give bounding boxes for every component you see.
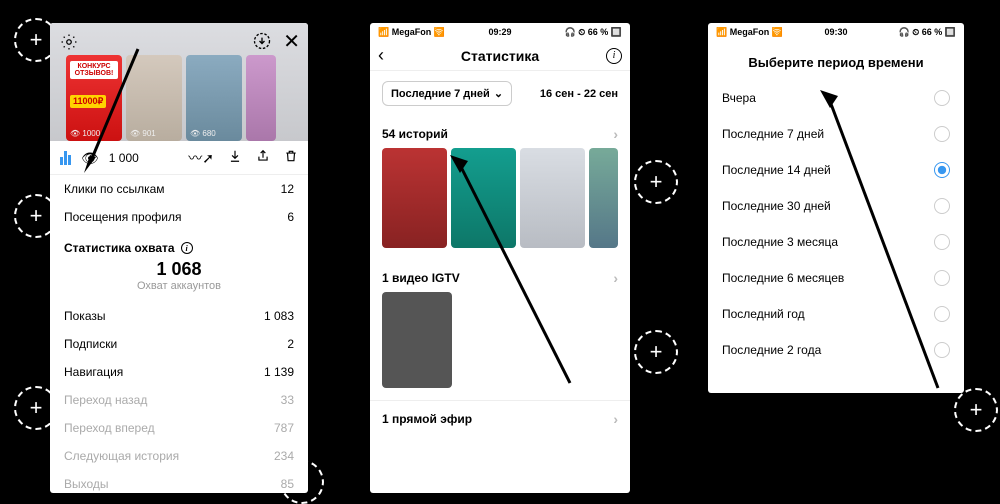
reach-total: 1 068 Охват аккаунтов bbox=[50, 257, 308, 292]
radio-icon bbox=[934, 270, 950, 286]
section-reach-header: Статистика охвата i bbox=[50, 231, 308, 257]
period-option-6m[interactable]: Последние 6 месяцев bbox=[708, 260, 964, 296]
stat-row-back: Переход назад33 bbox=[50, 386, 308, 414]
stat-row-forward: Переход вперед787 bbox=[50, 414, 308, 442]
info-icon[interactable]: i bbox=[181, 242, 193, 254]
period-dropdown[interactable]: Последние 7 дней ⌄ bbox=[382, 81, 512, 106]
story-card[interactable]: 👁 680 bbox=[186, 55, 242, 141]
status-bar: 📶 MegaFon 🛜 09:30 🎧 ⏲ 66 % 🔲 bbox=[708, 23, 964, 41]
share-icon[interactable] bbox=[256, 149, 270, 166]
stat-row-profile-visits: Посещения профиля6 bbox=[50, 203, 308, 231]
status-time: 09:29 bbox=[488, 27, 511, 37]
radio-icon bbox=[934, 234, 950, 250]
story-views: 👁 901 bbox=[130, 129, 156, 138]
date-range-label: 16 сен - 22 сен bbox=[540, 88, 618, 100]
status-bar: 📶 MegaFon 🛜 09:29 🎧 ⏲ 66 % 🔲 bbox=[370, 23, 630, 41]
radio-icon bbox=[934, 306, 950, 322]
radio-icon bbox=[934, 342, 950, 358]
back-chevron-icon[interactable]: ‹ bbox=[378, 45, 384, 66]
igtv-thumb[interactable] bbox=[382, 292, 452, 388]
stat-row-follows: Подписки2 bbox=[50, 330, 308, 358]
story-cards-row: КОНКУРС ОТЗЫВОВ! 11000₽ 👁 1000 👁 901 👁 6… bbox=[50, 51, 308, 141]
story-action-bar: 👁 1 000 〰➚ bbox=[50, 141, 308, 175]
screen-header: ‹ Статистика i bbox=[370, 41, 630, 71]
story-card[interactable]: 👁 901 bbox=[126, 55, 182, 141]
stat-row-exits: Выходы85 bbox=[50, 470, 308, 493]
stat-row-impressions: Показы1 083 bbox=[50, 302, 308, 330]
story-thumb[interactable] bbox=[451, 148, 516, 248]
story-thumb[interactable] bbox=[589, 148, 618, 248]
period-option-3m[interactable]: Последние 3 месяца bbox=[708, 224, 964, 260]
status-time: 09:30 bbox=[824, 27, 847, 37]
stories-strip bbox=[370, 144, 630, 260]
radio-icon bbox=[934, 90, 950, 106]
section-stories[interactable]: 54 историй › bbox=[370, 116, 630, 144]
info-icon[interactable]: i bbox=[606, 48, 622, 64]
story-thumb[interactable] bbox=[382, 148, 447, 248]
period-option-14d[interactable]: Последние 14 дней bbox=[708, 152, 964, 188]
panel-insights-overview: 📶 MegaFon 🛜 09:29 🎧 ⏲ 66 % 🔲 ‹ Статистик… bbox=[370, 23, 630, 493]
sheet-title: Выберите период времени bbox=[708, 41, 964, 80]
period-option-7d[interactable]: Последние 7 дней bbox=[708, 116, 964, 152]
period-option-1y[interactable]: Последний год bbox=[708, 296, 964, 332]
panel-period-picker: 📶 MegaFon 🛜 09:30 🎧 ⏲ 66 % 🔲 Выберите пе… bbox=[708, 23, 964, 393]
chevron-right-icon: › bbox=[613, 270, 618, 286]
eye-icon: 👁 1000 bbox=[70, 129, 100, 138]
story-card[interactable]: КОНКУРС ОТЗЫВОВ! 11000₽ 👁 1000 bbox=[66, 55, 122, 141]
chevron-down-icon: ⌄ bbox=[494, 87, 503, 100]
story-views: 👁 680 bbox=[190, 129, 216, 138]
period-option-2y[interactable]: Последние 2 года bbox=[708, 332, 964, 368]
insights-chart-icon[interactable] bbox=[60, 151, 71, 165]
carrier-label: 📶 MegaFon 🛜 bbox=[716, 27, 783, 38]
trend-icon[interactable]: 〰➚ bbox=[188, 151, 214, 165]
download-icon[interactable] bbox=[228, 149, 242, 166]
section-igtv[interactable]: 1 видео IGTV › bbox=[370, 260, 630, 288]
radio-icon bbox=[934, 126, 950, 142]
stat-row-navigation: Навигация1 139 bbox=[50, 358, 308, 386]
section-live[interactable]: 1 прямой эфир › bbox=[370, 401, 630, 429]
story-card[interactable] bbox=[246, 55, 276, 141]
story-header-area: ✕ КОНКУРС ОТЗЫВОВ! 11000₽ 👁 1000 👁 901 👁… bbox=[50, 23, 308, 141]
story-header-text: КОНКУРС ОТЗЫВОВ! bbox=[70, 61, 118, 79]
battery-label: 🎧 ⏲ 66 % 🔲 bbox=[899, 27, 956, 38]
battery-label: 🎧 ⏲ 66 % 🔲 bbox=[565, 27, 622, 38]
filter-row: Последние 7 дней ⌄ 16 сен - 22 сен bbox=[370, 71, 630, 116]
stat-row-next-story: Следующая история234 bbox=[50, 442, 308, 470]
carrier-label: 📶 MegaFon 🛜 bbox=[378, 27, 445, 38]
period-option-30d[interactable]: Последние 30 дней bbox=[708, 188, 964, 224]
chevron-right-icon: › bbox=[613, 126, 618, 142]
radio-icon bbox=[934, 198, 950, 214]
story-prize-badge: 11000₽ bbox=[70, 95, 106, 108]
chevron-right-icon: › bbox=[613, 411, 618, 427]
panel-story-insights: ✕ КОНКУРС ОТЗЫВОВ! 11000₽ 👁 1000 👁 901 👁… bbox=[50, 23, 308, 493]
page-title: Статистика bbox=[461, 48, 539, 64]
stat-row-link-clicks: Клики по ссылкам12 bbox=[50, 175, 308, 203]
trash-icon[interactable] bbox=[284, 149, 298, 166]
story-thumb[interactable] bbox=[520, 148, 585, 248]
radio-icon bbox=[934, 162, 950, 178]
period-option-yesterday[interactable]: Вчера bbox=[708, 80, 964, 116]
views-count: 1 000 bbox=[109, 151, 139, 165]
eye-icon: 👁 bbox=[81, 151, 99, 165]
